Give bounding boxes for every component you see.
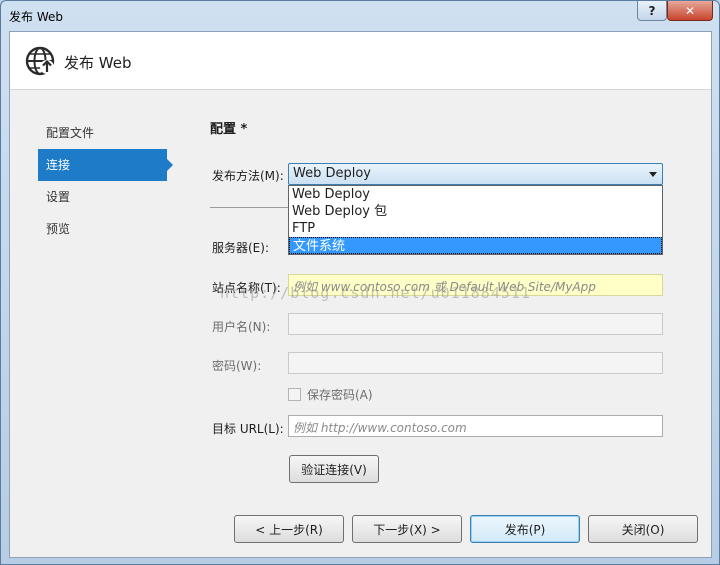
password-input[interactable] [288, 352, 663, 374]
window-close-button[interactable]: ✕ [667, 1, 713, 21]
target-url-input[interactable]: 例如 http://www.contoso.com [288, 415, 663, 437]
publish-method-label: 发布方法(M): [212, 169, 284, 183]
next-button[interactable]: 下一步(X) > [352, 515, 462, 543]
save-password-label: 保存密码(A) [307, 388, 373, 402]
username-label: 用户名(N): [212, 320, 271, 334]
site-name-label: 站点名称(T): [212, 281, 281, 295]
publish-method-dropdown: Web Deploy Web Deploy 包 FTP 文件系统 [288, 185, 663, 255]
username-input[interactable] [288, 313, 663, 335]
wizard-nav: 配置文件 连接 设置 预览 [38, 117, 178, 245]
window-title: 发布 Web [9, 10, 63, 24]
section-title: 配置 * [210, 122, 248, 137]
nav-item-connection[interactable]: 连接 [38, 149, 173, 181]
close-icon: ✕ [684, 3, 696, 18]
dialog-client-area: 发布 Web 配置文件 连接 设置 预览 配置 * 发布方法(M): Web D… [9, 31, 712, 558]
prev-button[interactable]: < 上一步(R) [234, 515, 344, 543]
save-password-row: 保存密码(A) [288, 386, 373, 403]
publish-button[interactable]: 发布(P) [470, 515, 580, 543]
dropdown-option-web-deploy-package[interactable]: Web Deploy 包 [289, 203, 662, 220]
dialog-heading: 发布 Web [64, 54, 132, 72]
help-button[interactable]: ? [637, 1, 667, 21]
globe-publish-icon [25, 46, 55, 76]
nav-item-preview[interactable]: 预览 [38, 213, 178, 245]
save-password-checkbox[interactable] [288, 388, 301, 401]
publish-method-select[interactable]: Web Deploy [288, 163, 663, 185]
password-label: 密码(W): [212, 359, 262, 373]
site-name-input[interactable]: 例如 www.contoso.com 或 Default Web Site/My… [288, 274, 663, 296]
close-button[interactable]: 关闭(O) [588, 515, 698, 543]
dropdown-option-web-deploy[interactable]: Web Deploy [289, 186, 662, 203]
dialog-header: 发布 Web [10, 32, 711, 90]
publish-web-dialog: 发布 Web ? ✕ 发布 Web 配置文件 连接 设置 预览 配置 * 发布方… [0, 0, 720, 565]
title-bar: 发布 Web ? ✕ [1, 1, 719, 31]
validate-connection-button[interactable]: 验证连接(V) [289, 455, 379, 483]
site-name-placeholder: 例如 www.contoso.com 或 Default Web Site/My… [293, 280, 596, 294]
dropdown-option-file-system[interactable]: 文件系统 [289, 237, 662, 254]
dropdown-option-ftp[interactable]: FTP [289, 220, 662, 237]
target-url-placeholder: 例如 http://www.contoso.com [293, 421, 467, 435]
nav-item-profile[interactable]: 配置文件 [38, 117, 178, 149]
publish-method-value: Web Deploy [293, 166, 371, 181]
divider [210, 207, 290, 208]
target-url-label: 目标 URL(L): [212, 422, 284, 436]
nav-item-settings[interactable]: 设置 [38, 181, 178, 213]
help-icon: ? [648, 3, 656, 18]
server-label: 服务器(E): [212, 241, 269, 255]
chevron-down-icon [649, 172, 657, 177]
